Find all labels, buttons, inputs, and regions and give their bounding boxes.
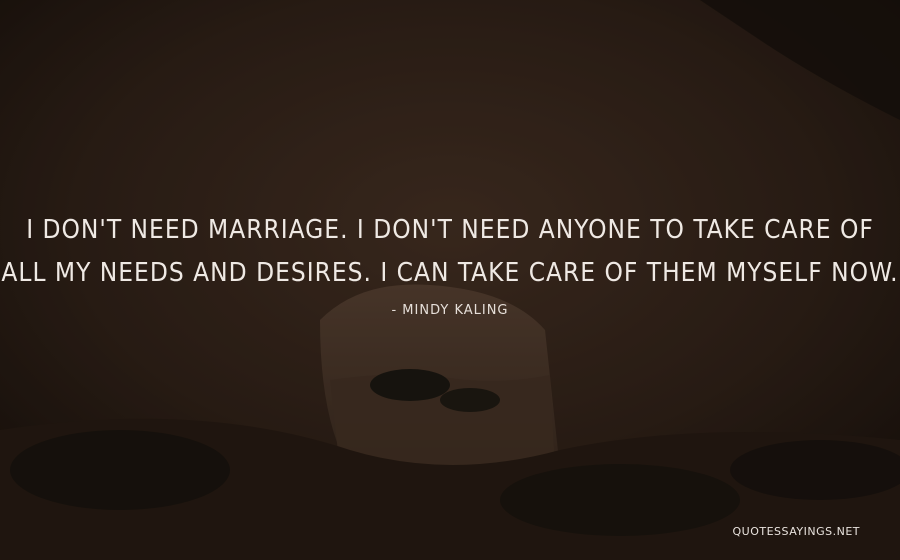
quote-block: I DON'T NEED MARRIAGE. I DON'T NEED ANYO… [0,0,900,560]
quote-author: - MINDY KALING [391,303,509,318]
site-watermark: QUOTESSAYINGS.NET [732,525,860,538]
quote-image: I DON'T NEED MARRIAGE. I DON'T NEED ANYO… [0,0,900,560]
quote-line-1: I DON'T NEED MARRIAGE. I DON'T NEED ANYO… [26,215,874,245]
quote-line-2: ALL MY NEEDS AND DESIRES. I CAN TAKE CAR… [1,258,899,288]
